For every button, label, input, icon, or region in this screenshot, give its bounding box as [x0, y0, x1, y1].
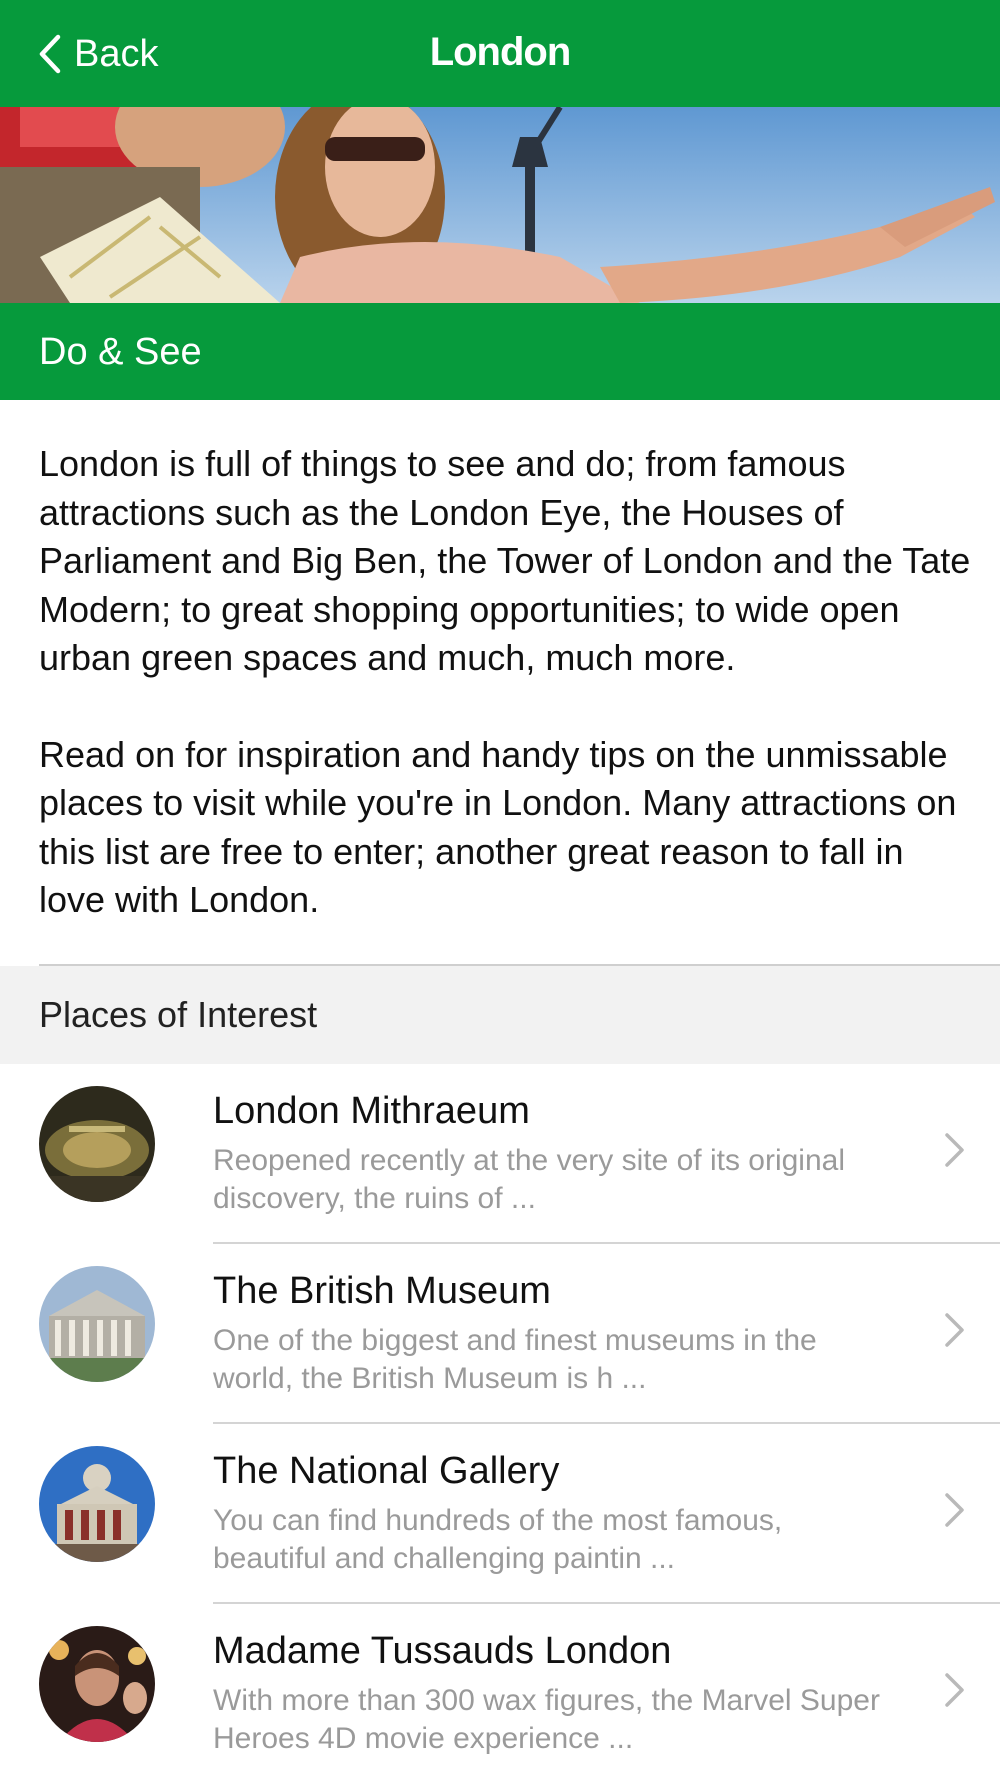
place-snippet: One of the biggest and finest museums in… [213, 1324, 817, 1395]
places-header: Places of Interest [0, 966, 1000, 1064]
place-thumbnail [39, 1626, 155, 1742]
list-item-national-gallery[interactable]: The National Gallery You can find hundre… [0, 1424, 1000, 1604]
places-list: London Mithraeum Reopened recently at th… [0, 1064, 1000, 1784]
place-snippet: With more than 300 wax figures, the Marv… [213, 1684, 880, 1755]
section-header: Do & See [0, 303, 1000, 400]
list-item-british-museum[interactable]: The British Museum One of the biggest an… [0, 1244, 1000, 1424]
hero-illustration [0, 107, 1000, 303]
place-title: London Mithraeum [213, 1090, 530, 1132]
page-title: London [429, 30, 572, 74]
place-thumbnail [39, 1446, 155, 1562]
place-title: Madame Tussauds London [213, 1630, 672, 1672]
place-thumbnail [39, 1086, 155, 1202]
place-snippet: Reopened recently at the very site of it… [213, 1144, 846, 1215]
place-snippet: You can find hundreds of the most famous… [213, 1504, 783, 1575]
chevron-right-icon [945, 1493, 964, 1527]
place-title: The National Gallery [213, 1450, 560, 1492]
description: London is full of things to see and do; … [39, 440, 979, 973]
hero-image [0, 107, 1000, 303]
top-nav-bar: Back London [0, 0, 1000, 107]
place-thumbnail [39, 1266, 155, 1382]
chevron-right-icon [945, 1313, 964, 1347]
description-paragraph: London is full of things to see and do; … [39, 443, 971, 678]
description-paragraph: Read on for inspiration and handy tips o… [39, 733, 957, 921]
list-item-london-mithraeum[interactable]: London Mithraeum Reopened recently at th… [0, 1064, 1000, 1244]
section-title: Do & See [39, 331, 202, 373]
place-title: The British Museum [213, 1270, 551, 1312]
places-header-label: Places of Interest [39, 994, 318, 1035]
chevron-right-icon [945, 1133, 964, 1167]
chevron-right-icon [945, 1673, 964, 1707]
list-item-madame-tussauds[interactable]: Madame Tussauds London With more than 30… [0, 1604, 1000, 1784]
